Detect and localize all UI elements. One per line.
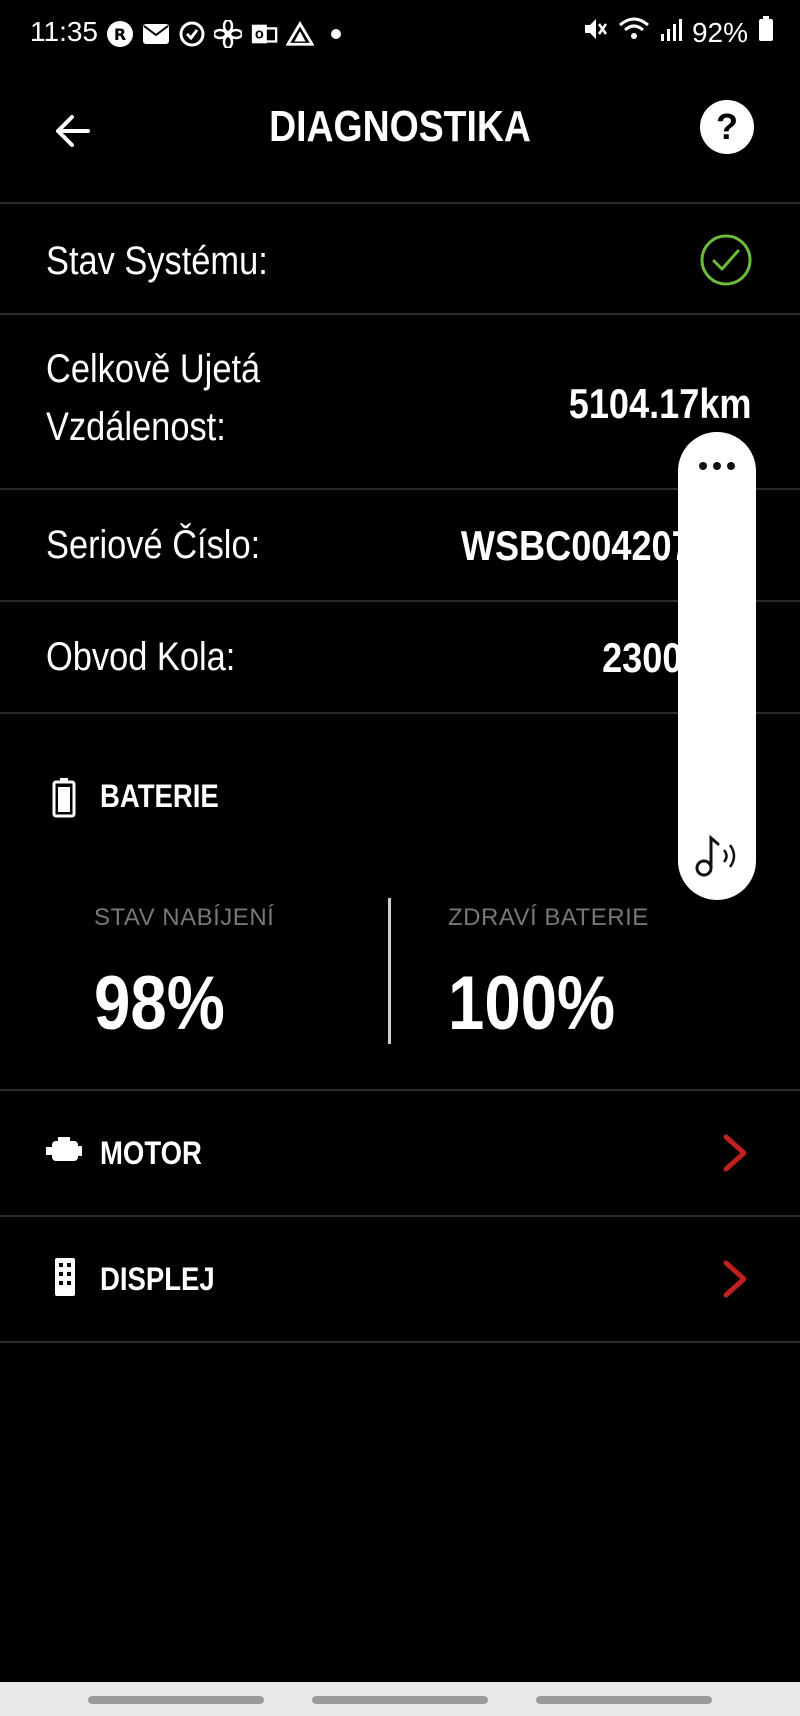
record-icon: R [106,20,134,48]
battery-section-title: BATERIE [100,778,219,814]
help-button[interactable]: ? [700,100,754,154]
battery-health-label: ZDRAVÍ BATERIE [448,904,649,931]
mute-icon [582,16,608,49]
total-distance-value: 5104.17km [569,380,752,427]
nav-item-motor-label: MOTOR [100,1135,202,1171]
battery-icon [758,16,774,49]
wheel-circumference-label: Obvod Kola: [46,635,236,679]
divider [0,313,800,315]
battery-health-value: 100% [448,961,616,1046]
signal-icon [660,17,682,49]
metric-separator [388,898,391,1044]
notification-icons: R O [106,18,350,50]
engine-icon [44,1137,84,1165]
charge-state-label: STAV NABÍJENÍ [94,904,275,931]
drive-icon [286,20,314,48]
nav-back-button[interactable] [536,1696,712,1704]
more-dot-icon [699,462,707,470]
divider [0,1341,800,1343]
display-icon [54,1257,76,1297]
battery-icon [52,778,76,818]
nav-home-button[interactable] [312,1696,488,1704]
svg-text:R: R [114,25,126,44]
page-title: DIAGNOSTIKA [269,102,531,151]
nav-item-display[interactable]: DISPLEJ [0,1217,800,1341]
music-note-icon [695,834,736,877]
status-right: 92% [582,16,774,49]
status-bar: 11:35 R O 92% [0,0,800,72]
check-circle-icon [699,233,753,287]
dot-icon [322,20,350,48]
serial-number-value: WSBC0042072 [461,522,712,569]
svg-text:O: O [255,30,264,42]
chevron-right-icon [718,1259,752,1299]
total-distance-label-line1: Celkově Ujetá [46,347,261,391]
more-dot-icon [713,462,721,470]
chevron-right-icon [718,1133,752,1173]
nav-item-display-label: DISPLEJ [100,1261,215,1297]
mail-icon [142,20,170,48]
wheel-circumference-value: 2300 [601,634,682,681]
system-status-label: Stav Systému: [46,239,268,283]
music-sound-button[interactable] [692,832,744,880]
system-nav-bar [0,1682,800,1716]
total-distance-label-line2: Vzdálenost: [46,405,226,449]
nav-item-motor[interactable]: MOTOR [0,1091,800,1215]
floating-side-panel[interactable] [678,432,756,900]
divider [0,202,800,204]
fan-icon [214,20,242,48]
charge-state-value: 98% [94,961,225,1046]
wifi-icon [618,16,650,49]
outlook-icon: O [250,20,278,48]
sync-icon [178,20,206,48]
question-mark-icon: ? [716,106,738,147]
status-time: 11:35 [30,16,98,47]
battery-percent: 92% [691,16,748,48]
serial-number-label: Seriové Číslo: [46,523,261,567]
more-options-button[interactable] [696,454,738,478]
nav-recents-button[interactable] [88,1696,264,1704]
more-dot-icon [727,462,735,470]
total-distance-label: Celkově Ujetá Vzdálenost: [46,340,260,456]
app-header: DIAGNOSTIKA ? [0,72,800,202]
